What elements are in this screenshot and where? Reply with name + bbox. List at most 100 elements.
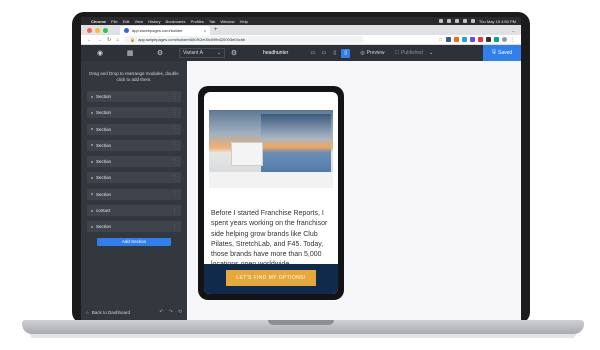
saved-button[interactable]: 🖫 Saved xyxy=(483,45,521,61)
kebab-menu-icon[interactable]: ⋮ xyxy=(510,37,515,43)
variant-select[interactable]: Variant A ⌄ xyxy=(179,48,225,58)
menu-file[interactable]: File xyxy=(111,19,117,24)
section-menu-icon[interactable]: ⋮ xyxy=(172,175,177,181)
section-menu-icon[interactable]: ⋮ xyxy=(172,191,177,197)
browser-tab[interactable]: app.wwebpages.com/builder × xyxy=(120,26,210,35)
page-name[interactable]: headhunter xyxy=(263,50,288,56)
laptop-icon[interactable]: ▭ xyxy=(319,49,328,58)
extension-icon[interactable] xyxy=(446,37,451,42)
close-window-button[interactable] xyxy=(87,27,92,33)
drag-handle-icon[interactable] xyxy=(91,160,93,163)
section-menu-icon[interactable]: ⋮ xyxy=(172,208,177,214)
desktop-icon[interactable]: ▭ xyxy=(308,49,317,58)
variant-settings-icon[interactable]: ⚙ xyxy=(229,49,239,57)
section-item[interactable]: Section ⋮ xyxy=(87,123,181,135)
section-item[interactable]: Section ⋮ xyxy=(87,139,181,151)
drag-handle-icon[interactable] xyxy=(91,193,93,196)
profile-avatar[interactable] xyxy=(502,37,507,42)
section-label: Section xyxy=(96,126,112,132)
section-item[interactable]: Section ⋮ xyxy=(87,172,181,184)
section-item[interactable]: Section ⋮ xyxy=(87,156,181,168)
drag-handle-icon[interactable] xyxy=(91,95,93,98)
redo-icon[interactable]: ↷ xyxy=(169,309,173,315)
minimize-window-button[interactable] xyxy=(95,27,100,33)
section-item[interactable]: Section ⋮ xyxy=(87,107,181,119)
menu-window[interactable]: Window xyxy=(220,19,234,24)
photo-window xyxy=(261,114,331,178)
menu-tab[interactable]: Tab xyxy=(209,19,215,24)
section-label: contact xyxy=(96,208,111,214)
mobile-icon[interactable]: ▯ xyxy=(341,48,351,58)
tab-search-chevron-icon[interactable]: ⌄ xyxy=(512,28,515,33)
publish-chevron-icon[interactable]: ⌄ xyxy=(429,50,433,56)
drag-handle-icon[interactable] xyxy=(91,225,93,228)
section-item[interactable]: Section ⋮ xyxy=(87,91,181,102)
menu-help[interactable]: Help xyxy=(240,19,248,24)
phone-body-text: Before I started Franchise Reports, I sp… xyxy=(211,210,328,268)
section-menu-icon[interactable]: ⋮ xyxy=(172,94,177,100)
reload-icon[interactable]: ↻ xyxy=(107,37,111,43)
tablet-icon[interactable]: ▯ xyxy=(330,49,339,58)
wifi-icon[interactable] xyxy=(462,19,467,23)
drag-handle-icon[interactable] xyxy=(91,144,93,147)
add-section-button[interactable]: Add Section xyxy=(97,237,171,246)
phone-screen[interactable]: Before I started Franchise Reports, I sp… xyxy=(204,92,338,294)
eye-icon[interactable]: ◉ xyxy=(91,49,109,57)
extension-icon[interactable] xyxy=(462,37,467,42)
status-icon[interactable] xyxy=(454,19,459,23)
back-arrow-icon[interactable]: ← xyxy=(87,37,92,43)
section-list: Section ⋮ Section ⋮ Section ⋮ Section ⋮ Sect… xyxy=(87,91,181,233)
section-menu-icon[interactable]: ⋮ xyxy=(172,159,177,165)
menubar-app[interactable]: Chrome xyxy=(91,19,106,24)
drag-handle-icon[interactable] xyxy=(91,111,93,114)
menu-view[interactable]: View xyxy=(134,19,143,24)
status-icon[interactable] xyxy=(438,19,443,23)
forward-arrow-icon[interactable]: → xyxy=(97,37,102,43)
lock-icon: 🔒 xyxy=(130,37,136,42)
extension-icon[interactable] xyxy=(486,37,491,42)
section-item[interactable]: Section ⋮ xyxy=(87,221,181,233)
extension-icon[interactable] xyxy=(470,37,475,42)
section-menu-icon[interactable]: ⋮ xyxy=(172,126,177,132)
drag-handle-icon[interactable] xyxy=(91,176,93,179)
grid-icon[interactable]: ▦ xyxy=(121,49,139,57)
menu-bookmarks[interactable]: Bookmarks xyxy=(166,19,186,24)
home-icon[interactable]: ⌂ xyxy=(86,310,89,315)
status-icon[interactable] xyxy=(446,19,451,23)
url-field[interactable]: 🔒 app.swipepages.com/builder/6809/2e00c0… xyxy=(124,36,365,43)
close-tab-icon[interactable]: × xyxy=(204,28,206,33)
sidebar-help-text: Drag and Drop to rearrange modules, doub… xyxy=(89,71,179,82)
undo-icon[interactable]: ↶ xyxy=(159,309,163,315)
laptop-shadow xyxy=(30,334,576,338)
section-menu-icon[interactable]: ⋮ xyxy=(172,142,177,148)
section-item[interactable]: Section ⋮ xyxy=(87,188,181,200)
section-menu-icon[interactable]: ⋮ xyxy=(172,110,177,116)
variant-label: Variant A xyxy=(183,50,203,56)
bookmark-star-icon[interactable]: ☆ xyxy=(439,37,443,43)
gear-icon[interactable]: ⚙ xyxy=(151,49,169,57)
drag-handle-icon[interactable] xyxy=(91,128,93,131)
extension-icon[interactable] xyxy=(494,37,499,42)
extension-icon[interactable] xyxy=(478,37,483,42)
cta-button[interactable]: LET'S FIND MY OPTIONS! xyxy=(226,270,316,286)
extension-icon[interactable] xyxy=(454,37,459,42)
published-status[interactable]: ☐ Published xyxy=(394,50,422,56)
preview-button[interactable]: ◎ Preview xyxy=(360,50,384,56)
section-item[interactable]: contact ⋮ xyxy=(87,205,181,217)
section-label: Section xyxy=(96,175,112,181)
home-icon[interactable]: ⌂ xyxy=(116,37,119,43)
restore-icon[interactable]: ⟲ xyxy=(178,309,182,315)
menu-profiles[interactable]: Profiles xyxy=(191,19,204,24)
section-label: Section xyxy=(96,191,112,197)
menubar-clock[interactable]: Thu May 15 4:50 PM xyxy=(479,19,516,24)
search-icon[interactable] xyxy=(470,19,475,23)
section-menu-icon[interactable]: ⋮ xyxy=(172,224,177,230)
zoom-window-button[interactable] xyxy=(103,27,108,33)
menu-edit[interactable]: Edit xyxy=(123,19,130,24)
new-tab-icon[interactable]: + xyxy=(214,27,218,33)
back-to-dashboard-link[interactable]: Back to Dashboard xyxy=(92,310,130,315)
menubar-status: Thu May 15 4:50 PM xyxy=(438,19,521,24)
extensions: ☆ ⋮ xyxy=(439,37,515,43)
drag-handle-icon[interactable] xyxy=(91,209,93,212)
menu-history[interactable]: History xyxy=(148,19,160,24)
